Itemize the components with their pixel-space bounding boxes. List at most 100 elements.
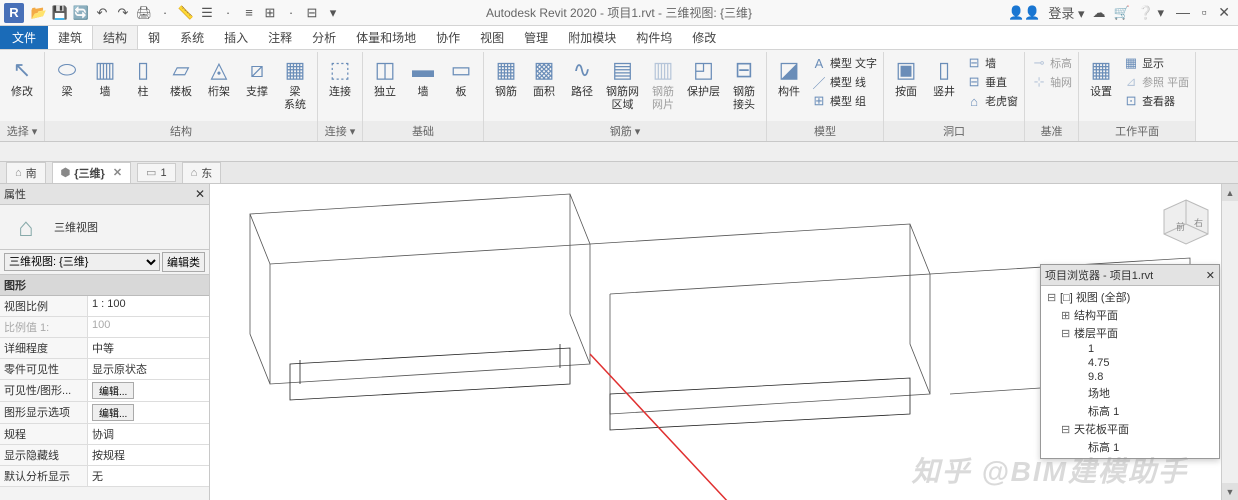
slab-found-button[interactable]: ▭板	[443, 54, 479, 101]
wall-button[interactable]: ▥墙	[87, 54, 123, 101]
property-value[interactable]: 中等	[88, 338, 209, 358]
property-row[interactable]: 显示隐藏线按规程	[0, 445, 209, 466]
ribbon-tab-视图[interactable]: 视图	[470, 26, 514, 49]
properties-close-icon[interactable]: ✕	[195, 187, 205, 201]
ribbon-tab-注释[interactable]: 注释	[258, 26, 302, 49]
qat-measure-icon[interactable]: 📏	[177, 4, 195, 22]
rebar-button[interactable]: ▦钢筋	[488, 54, 524, 101]
cover-button[interactable]: ◰保护层	[683, 54, 724, 101]
view-cube[interactable]: 前 右	[1158, 194, 1214, 250]
fabric-area-button[interactable]: ▤钢筋网 区域	[602, 54, 643, 114]
ribbon-tab-结构[interactable]: 结构	[92, 26, 138, 49]
vertical-scrollbar[interactable]: ▲ ▼	[1221, 184, 1238, 500]
scroll-down-icon[interactable]: ▼	[1222, 483, 1238, 500]
beam-system-button[interactable]: ▦梁 系统	[277, 54, 313, 114]
component-button[interactable]: ◪构件	[771, 54, 807, 101]
ribbon-tab-钢[interactable]: 钢	[138, 26, 170, 49]
column-button[interactable]: ▯柱	[125, 54, 161, 101]
beam-button[interactable]: ⬭梁	[49, 54, 85, 101]
property-value[interactable]: 编辑...	[88, 380, 209, 401]
view-tab-南[interactable]: ⌂南	[6, 162, 46, 184]
edit-type-button[interactable]: 编辑类	[162, 252, 205, 272]
ribbon-tab-协作[interactable]: 协作	[426, 26, 470, 49]
tree-node[interactable]: 4.75	[1041, 356, 1219, 370]
view-canvas[interactable]: 前 右 ⊚ ✥ 🔍 ⟳ 项目浏览器 - 项目1.rvt ✕ ⊟ [□] 视图 (…	[210, 184, 1238, 500]
tree-node[interactable]: ⊟ 楼层平面	[1041, 324, 1219, 342]
property-row[interactable]: 详细程度中等	[0, 338, 209, 359]
qat-save-icon[interactable]: 💾	[51, 4, 69, 22]
property-value[interactable]: 按规程	[88, 445, 209, 465]
model-group-button[interactable]: ⊞模型 组	[809, 92, 879, 110]
login-button[interactable]: 登录 ▾	[1048, 3, 1084, 22]
qat-open-icon[interactable]: 📂	[30, 4, 48, 22]
scroll-up-icon[interactable]: ▲	[1222, 184, 1238, 201]
property-row[interactable]: 默认分析显示无	[0, 466, 209, 487]
tree-node[interactable]: 场地	[1041, 384, 1219, 402]
instance-selector[interactable]: 三维视图: {三维}	[4, 253, 160, 271]
tree-node[interactable]: ⊞ 结构平面	[1041, 306, 1219, 324]
ribbon-tab-系统[interactable]: 系统	[170, 26, 214, 49]
qat-close-hidden-icon[interactable]: ⊞	[261, 4, 279, 22]
ribbon-tab-建筑[interactable]: 建筑	[48, 26, 92, 49]
tree-node[interactable]: 标高 1	[1041, 438, 1219, 456]
tree-twisty-icon[interactable]: ⊟	[1061, 423, 1071, 436]
property-value[interactable]: 显示原状态	[88, 359, 209, 379]
path-button[interactable]: ∿路径	[564, 54, 600, 101]
property-row[interactable]: 零件可见性显示原状态	[0, 359, 209, 380]
ribbon-tab-附加模块[interactable]: 附加模块	[558, 26, 626, 49]
qat-print-icon[interactable]: 🖨	[135, 4, 153, 22]
area-button[interactable]: ▩面积	[526, 54, 562, 101]
shaft-button[interactable]: ▯竖井	[926, 54, 962, 101]
ribbon-tab-管理[interactable]: 管理	[514, 26, 558, 49]
browser-close-icon[interactable]: ✕	[1206, 269, 1215, 282]
property-row[interactable]: 图形显示选项编辑...	[0, 402, 209, 424]
property-row[interactable]: 可见性/图形...编辑...	[0, 380, 209, 402]
connection-button[interactable]: ⬚连接	[322, 54, 358, 101]
ribbon-tab-体量和场地[interactable]: 体量和场地	[346, 26, 426, 49]
qat-thinlines-icon[interactable]: ≡	[240, 4, 258, 22]
qat-dropdown-icon[interactable]: ▾	[324, 4, 342, 22]
view-tab-1[interactable]: ▭1	[137, 163, 176, 182]
close-button[interactable]: ✕	[1214, 4, 1234, 20]
type-selector[interactable]: ⌂ 三维视图	[0, 205, 209, 250]
tree-twisty-icon[interactable]: ⊞	[1061, 309, 1071, 322]
viewer-button[interactable]: ⊡查看器	[1121, 92, 1191, 110]
edit-button[interactable]: 编辑...	[92, 382, 134, 399]
property-value[interactable]: 100	[88, 317, 209, 337]
qat-undo-icon[interactable]: ↶	[93, 4, 111, 22]
exchange-icon[interactable]: ☁	[1093, 5, 1106, 21]
by-face-button[interactable]: ▣按面	[888, 54, 924, 101]
close-icon[interactable]: ✕	[113, 166, 122, 179]
qat-align-icon[interactable]: ☰	[198, 4, 216, 22]
file-menu[interactable]: 文件	[0, 26, 48, 49]
property-value[interactable]: 1 : 100	[88, 296, 209, 316]
property-value[interactable]: 协调	[88, 424, 209, 444]
tree-twisty-icon[interactable]: ⊟	[1047, 291, 1057, 304]
help-icon[interactable]: ❔ ▾	[1138, 5, 1164, 21]
tree-node[interactable]: 1	[1041, 342, 1219, 356]
qat-redo-icon[interactable]: ↷	[114, 4, 132, 22]
property-row[interactable]: 比例值 1:100	[0, 317, 209, 338]
property-value[interactable]: 编辑...	[88, 402, 209, 423]
property-row[interactable]: 视图比例1 : 100	[0, 296, 209, 317]
ribbon-tab-分析[interactable]: 分析	[302, 26, 346, 49]
modify-button[interactable]: ↖修改	[4, 54, 40, 101]
dormer-button[interactable]: ⌂老虎窗	[964, 92, 1020, 110]
qat-switch-icon[interactable]: ⊟	[303, 4, 321, 22]
property-value[interactable]: 无	[88, 466, 209, 486]
rebar-coupler-button[interactable]: ⊟钢筋 接头	[726, 54, 762, 114]
wall-found-button[interactable]: ▬墙	[405, 54, 441, 101]
model-text-button[interactable]: A模型 文字	[809, 54, 879, 72]
tree-node[interactable]: 标高 1	[1041, 402, 1219, 420]
vertical-button[interactable]: ⊟垂直	[964, 73, 1020, 91]
wall-opening-button[interactable]: ⊟墙	[964, 54, 1020, 72]
show-button[interactable]: ▦显示	[1121, 54, 1191, 72]
set-button[interactable]: ▦设置	[1083, 54, 1119, 101]
isolated-button[interactable]: ◫独立	[367, 54, 403, 101]
property-row[interactable]: 规程协调	[0, 424, 209, 445]
app-logo[interactable]: R	[4, 3, 24, 23]
search-icon[interactable]: 👤👤	[1008, 5, 1040, 21]
tree-node[interactable]: ⊟ [□] 视图 (全部)	[1041, 288, 1219, 306]
maximize-button[interactable]: ▫	[1198, 4, 1211, 20]
tree-node[interactable]: 9.8	[1041, 370, 1219, 384]
